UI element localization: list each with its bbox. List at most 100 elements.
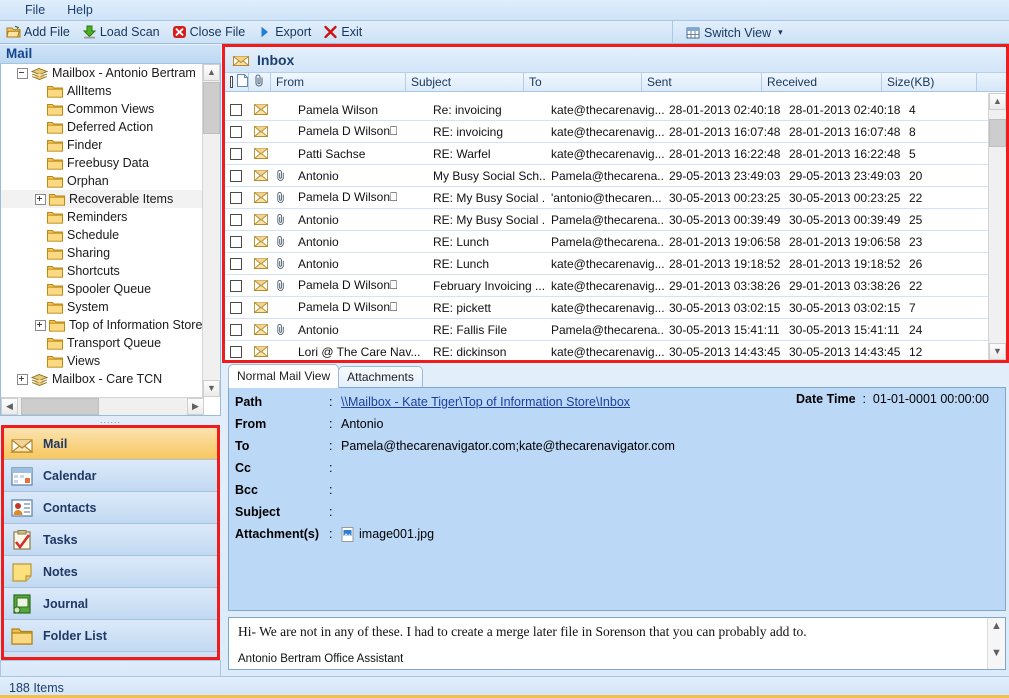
tree-item[interactable]: Mailbox - Care TCN: [1, 370, 204, 388]
row-checkbox-cell[interactable]: [225, 147, 249, 160]
tree-item[interactable]: Top of Information Store: [1, 316, 204, 334]
row-checkbox-cell[interactable]: [225, 169, 249, 182]
table-row[interactable]: Pamela D Wilson⎕ RE: pickett kate@thecaren…: [225, 297, 1006, 319]
table-row[interactable]: Antonio RE: My Busy Social ... Pamela@thec…: [225, 209, 1006, 231]
scroll-up-arrow[interactable]: ▲: [203, 64, 220, 81]
collapse-minus-icon[interactable]: [17, 67, 28, 79]
table-row[interactable]: Antonio My Busy Social Sch... Pamela@theca…: [225, 165, 1006, 187]
sidebar-item-journal[interactable]: Journal: [4, 588, 217, 620]
column-header-check[interactable]: [225, 73, 249, 91]
scroll-down-arrow[interactable]: ▼: [988, 645, 1005, 662]
row-checkbox[interactable]: [230, 191, 242, 204]
tree-item[interactable]: Finder: [1, 136, 204, 154]
expand-plus-icon[interactable]: [35, 319, 46, 331]
scroll-up-arrow[interactable]: ▲: [988, 618, 1005, 635]
tree-item[interactable]: AllItems: [1, 82, 204, 100]
table-row[interactable]: Pamela D Wilson⎕ February Invoicing ... ka…: [225, 275, 1006, 297]
row-checkbox-cell[interactable]: [225, 213, 249, 226]
tree-item[interactable]: Common Views: [1, 100, 204, 118]
scroll-up-arrow[interactable]: ▲: [989, 93, 1006, 110]
scrollbar-thumb[interactable]: [989, 119, 1006, 147]
export-button[interactable]: Export: [251, 22, 317, 43]
tree-item[interactable]: Views: [1, 352, 204, 370]
sidebar-item-calendar[interactable]: Calendar: [4, 460, 217, 492]
table-row[interactable]: Pamela D Wilson⎕ RE: My Busy Social ... 'a…: [225, 187, 1006, 209]
tree-item[interactable]: Spooler Queue: [1, 280, 204, 298]
field-value[interactable]: \\Mailbox - Kate Tiger\Top of Informatio…: [341, 395, 630, 409]
message-list-scrollbar[interactable]: ▲ ▼: [988, 93, 1006, 360]
table-row[interactable]: Pamela D Wilson⎕ RE: invoicing kate@thecar…: [225, 121, 1006, 143]
tree-item[interactable]: Orphan: [1, 172, 204, 190]
row-checkbox-cell[interactable]: [225, 103, 249, 116]
row-checkbox[interactable]: [230, 279, 242, 292]
column-header-size[interactable]: Size(KB): [882, 73, 977, 91]
row-checkbox[interactable]: [230, 235, 242, 248]
row-checkbox-cell[interactable]: [225, 125, 249, 138]
column-header-attach[interactable]: [249, 73, 271, 91]
add-file-button[interactable]: Add File: [0, 22, 76, 43]
column-header-from[interactable]: From: [271, 73, 406, 91]
mail-body-scrollbar[interactable]: ▲ ▼: [987, 618, 1005, 669]
select-all-checkbox[interactable]: [230, 76, 233, 88]
folder-tree[interactable]: Mailbox - Antonio Bertram AllItems Common …: [1, 64, 204, 397]
scroll-left-arrow[interactable]: ◀: [1, 398, 18, 415]
column-header-sent[interactable]: Sent: [642, 73, 762, 91]
tree-vertical-scrollbar[interactable]: ▲ ▼: [202, 64, 220, 397]
table-row[interactable]: Lori @ The Care Nav... RE: dickinson kate@…: [225, 341, 1006, 360]
message-list-column-header[interactable]: From Subject To Sent Received Size(KB): [225, 73, 1006, 92]
table-row[interactable]: Pamela Wilson Re: invoicing kate@thecarena…: [225, 99, 1006, 121]
tree-item[interactable]: Reminders: [1, 208, 204, 226]
row-checkbox[interactable]: [230, 147, 242, 160]
sidebar-item-notes[interactable]: Notes: [4, 556, 217, 588]
tree-item[interactable]: Sharing: [1, 244, 204, 262]
column-header-subject[interactable]: Subject: [406, 73, 524, 91]
row-checkbox-cell[interactable]: [225, 279, 249, 292]
attachment-name[interactable]: image001.jpg: [359, 527, 434, 541]
row-checkbox[interactable]: [230, 257, 242, 270]
scroll-down-arrow[interactable]: ▼: [989, 343, 1006, 360]
row-checkbox[interactable]: [230, 213, 242, 226]
table-row[interactable]: Antonio RE: Lunch kate@thecarenavig... 28-0…: [225, 253, 1006, 275]
sidebar-item-mail[interactable]: Mail: [4, 428, 217, 460]
sidebar-item-tasks[interactable]: Tasks: [4, 524, 217, 556]
exit-button[interactable]: Exit: [317, 22, 368, 43]
close-file-button[interactable]: Close File: [166, 22, 252, 43]
row-checkbox[interactable]: [230, 345, 242, 358]
message-list-body[interactable]: Pamela Wilson Re: invoicing kate@thecarena…: [225, 99, 1006, 360]
table-row[interactable]: Antonio RE: Lunch Pamela@thecarena... 28-01…: [225, 231, 1006, 253]
row-checkbox[interactable]: [230, 169, 242, 182]
table-row[interactable]: Antonio RE: Fallis File Pamela@thecarena..…: [225, 319, 1006, 341]
tree-item[interactable]: Shortcuts: [1, 262, 204, 280]
row-checkbox[interactable]: [230, 301, 242, 314]
sidebar-item-folder-list[interactable]: Folder List: [4, 620, 217, 652]
row-checkbox[interactable]: [230, 125, 242, 138]
scroll-right-arrow[interactable]: ▶: [187, 398, 204, 415]
switch-view-button[interactable]: Switch View ▾: [680, 22, 789, 43]
row-checkbox-cell[interactable]: [225, 323, 249, 336]
scrollbar-thumb[interactable]: [203, 82, 220, 134]
row-checkbox[interactable]: [230, 103, 242, 116]
tree-item[interactable]: Mailbox - Antonio Bertram: [1, 64, 204, 82]
column-header-to[interactable]: To: [524, 73, 642, 91]
row-checkbox-cell[interactable]: [225, 235, 249, 248]
row-checkbox-cell[interactable]: [225, 345, 249, 358]
row-checkbox-cell[interactable]: [225, 257, 249, 270]
tree-item[interactable]: Freebusy Data: [1, 154, 204, 172]
expand-plus-icon[interactable]: [17, 373, 28, 385]
row-checkbox-cell[interactable]: [225, 301, 249, 314]
tree-item[interactable]: Transport Queue: [1, 334, 204, 352]
row-checkbox-cell[interactable]: [225, 191, 249, 204]
scroll-down-arrow[interactable]: ▼: [203, 380, 220, 397]
tree-item[interactable]: Schedule: [1, 226, 204, 244]
tab-normal-mail-view[interactable]: Normal Mail View: [228, 364, 340, 388]
pane-splitter[interactable]: ......: [0, 416, 221, 425]
load-scan-button[interactable]: Load Scan: [76, 22, 166, 43]
expand-plus-icon[interactable]: [35, 193, 46, 205]
table-row[interactable]: Patti Sachse RE: Warfel kate@thecarenavig.…: [225, 143, 1006, 165]
column-header-received[interactable]: Received: [762, 73, 882, 91]
tab-attachments[interactable]: Attachments: [338, 366, 423, 388]
row-checkbox[interactable]: [230, 323, 242, 336]
sidebar-item-contacts[interactable]: Contacts: [4, 492, 217, 524]
tree-item[interactable]: System: [1, 298, 204, 316]
h-scrollbar-thumb[interactable]: [21, 398, 99, 415]
